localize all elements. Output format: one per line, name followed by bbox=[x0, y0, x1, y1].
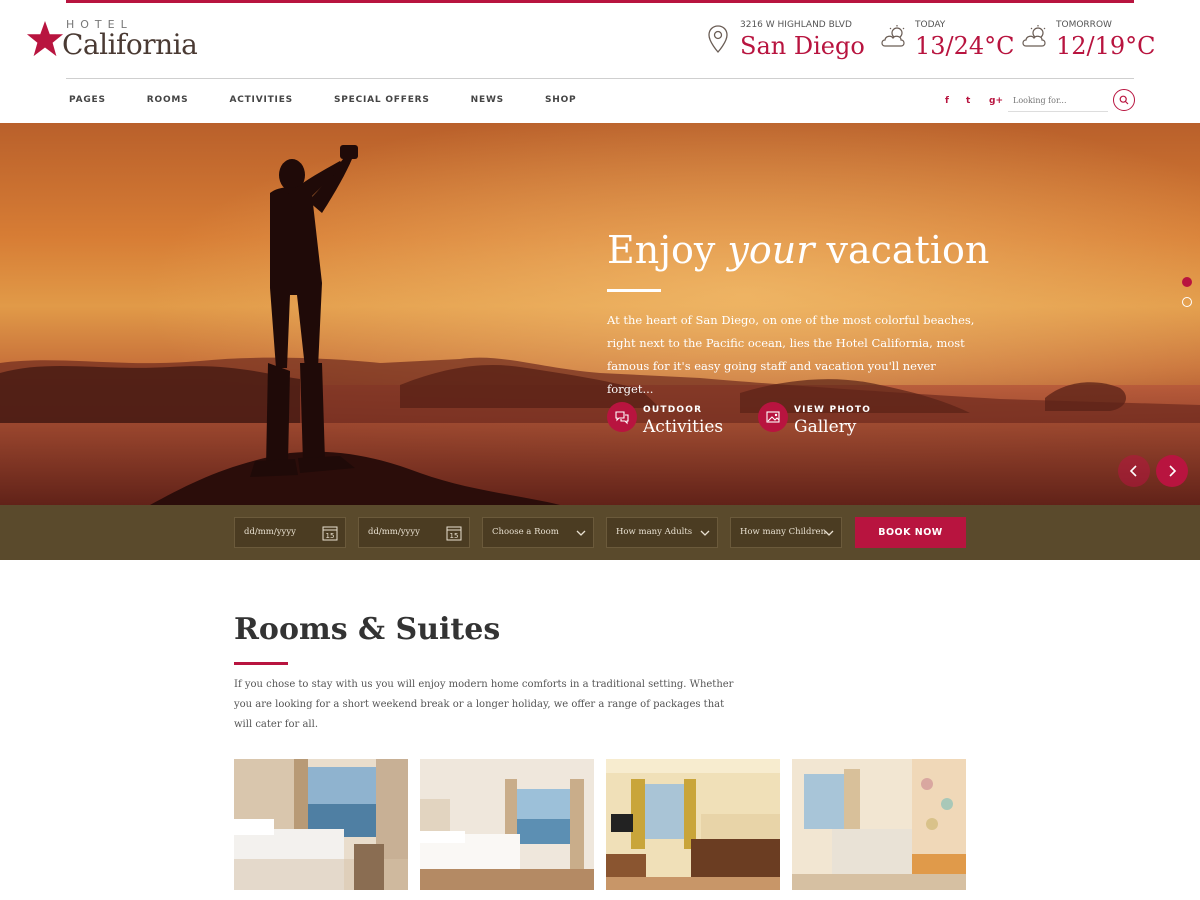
checkin-date-field[interactable]: dd/mm/yyyy 15 bbox=[234, 517, 346, 548]
rooms-description: If you chose to stay with us you will en… bbox=[234, 679, 734, 730]
booking-bar: dd/mm/yyyy 15 dd/mm/yyyy 15 Choose a Roo… bbox=[0, 505, 1200, 560]
slider-dot-2[interactable] bbox=[1182, 297, 1192, 307]
chevron-down-icon bbox=[576, 530, 586, 536]
header-divider bbox=[66, 78, 1134, 79]
hero-title-post: vacation bbox=[814, 228, 990, 272]
room-photo bbox=[792, 759, 966, 890]
chevron-right-icon bbox=[1169, 465, 1177, 477]
nav-item-special-offers[interactable]: SPECIAL OFFERS bbox=[334, 95, 430, 109]
nav-item-shop[interactable]: SHOP bbox=[545, 95, 576, 109]
logo-name-text: California bbox=[62, 28, 198, 61]
star-icon bbox=[26, 20, 64, 57]
slider-next-button[interactable] bbox=[1156, 455, 1188, 487]
adults-select-value: How many Adults bbox=[616, 527, 693, 537]
search-icon bbox=[1119, 95, 1129, 105]
view-photo-gallery-link[interactable]: VIEW PHOTO Gallery bbox=[758, 402, 888, 442]
calendar-icon: 15 bbox=[322, 526, 338, 541]
nav-item-pages[interactable]: PAGES bbox=[69, 95, 106, 109]
calendar-icon: 15 bbox=[446, 526, 462, 541]
rooms-section-title: Rooms & Suites bbox=[234, 612, 501, 647]
hero-description: At the heart of San Diego, on one of the… bbox=[607, 313, 975, 396]
hero-background-image bbox=[0, 123, 1200, 505]
map-pin-icon bbox=[708, 25, 728, 53]
cta-circle bbox=[758, 402, 788, 432]
room-photo bbox=[234, 759, 408, 890]
weather-today-label: TODAY bbox=[915, 20, 946, 30]
weather-today-value: 13/24°C bbox=[915, 32, 1015, 60]
hero-title-divider bbox=[607, 289, 661, 292]
main-nav: PAGES ROOMS ACTIVITIES SPECIAL OFFERS NE… bbox=[69, 95, 617, 109]
cloud-sun-icon bbox=[881, 25, 905, 47]
chevron-down-icon bbox=[824, 530, 834, 536]
hero-title-pre: Enjoy bbox=[607, 228, 728, 272]
cloud-sun-icon bbox=[1022, 25, 1046, 47]
checkout-placeholder: dd/mm/yyyy bbox=[368, 527, 420, 537]
nav-item-rooms[interactable]: ROOMS bbox=[147, 95, 189, 109]
facebook-icon[interactable]: f bbox=[945, 96, 949, 106]
checkin-placeholder: dd/mm/yyyy bbox=[244, 527, 296, 537]
gallery-label: Gallery bbox=[794, 417, 857, 437]
location-address: 3216 W HIGHLAND BLVD bbox=[740, 20, 852, 30]
adults-select[interactable]: How many Adults bbox=[606, 517, 718, 548]
nav-item-activities[interactable]: ACTIVITIES bbox=[229, 95, 293, 109]
hero-slider: Enjoy your vacation At the heart of San … bbox=[0, 123, 1200, 505]
slider-dot-1[interactable] bbox=[1182, 277, 1192, 287]
room-card-2[interactable] bbox=[420, 759, 594, 890]
chat-bubbles-icon bbox=[615, 411, 629, 425]
calendar-day: 15 bbox=[450, 532, 459, 540]
hotel-logo[interactable]: HOTEL California bbox=[26, 18, 216, 66]
room-select[interactable]: Choose a Room bbox=[482, 517, 594, 548]
weather-tomorrow-label: TOMORROW bbox=[1056, 20, 1112, 30]
room-card-1[interactable] bbox=[234, 759, 408, 890]
checkout-date-field[interactable]: dd/mm/yyyy 15 bbox=[358, 517, 470, 548]
weather-tomorrow-value: 12/19°C bbox=[1056, 32, 1156, 60]
weather-tomorrow: TOMORROW 12/19°C bbox=[1021, 20, 1156, 66]
nav-item-news[interactable]: NEWS bbox=[471, 95, 504, 109]
chevron-left-icon bbox=[1129, 465, 1137, 477]
room-card-4[interactable] bbox=[792, 759, 966, 890]
hero-title: Enjoy your vacation bbox=[607, 228, 989, 272]
activities-label: Activities bbox=[643, 417, 724, 437]
room-photo bbox=[606, 759, 780, 890]
rooms-title-divider bbox=[234, 662, 288, 665]
room-select-value: Choose a Room bbox=[492, 527, 559, 537]
outdoor-activities-link[interactable]: OUTDOOR Activities bbox=[607, 402, 737, 442]
twitter-icon[interactable]: t bbox=[966, 96, 970, 106]
calendar-day: 15 bbox=[326, 532, 335, 540]
search-button[interactable] bbox=[1113, 89, 1135, 111]
view-photo-label: VIEW PHOTO bbox=[794, 405, 872, 415]
search-input[interactable] bbox=[1008, 90, 1108, 112]
slider-prev-button[interactable] bbox=[1118, 455, 1150, 487]
cta-circle bbox=[607, 402, 637, 432]
children-select[interactable]: How many Children bbox=[730, 517, 842, 548]
top-accent-line bbox=[66, 0, 1134, 3]
book-now-button[interactable]: BOOK NOW bbox=[855, 517, 966, 548]
weather-today: TODAY 13/24°C bbox=[880, 20, 1015, 66]
chevron-down-icon bbox=[700, 530, 710, 536]
room-card-3[interactable] bbox=[606, 759, 780, 890]
room-photo bbox=[420, 759, 594, 890]
children-select-value: How many Children bbox=[740, 527, 827, 537]
google-plus-icon[interactable]: g+ bbox=[989, 96, 1003, 106]
image-icon bbox=[766, 411, 780, 423]
location-info: 3216 W HIGHLAND BLVD San Diego bbox=[707, 20, 865, 66]
outdoor-label: OUTDOOR bbox=[643, 405, 703, 415]
hero-title-em: your bbox=[727, 228, 815, 272]
location-city: San Diego bbox=[740, 32, 865, 60]
